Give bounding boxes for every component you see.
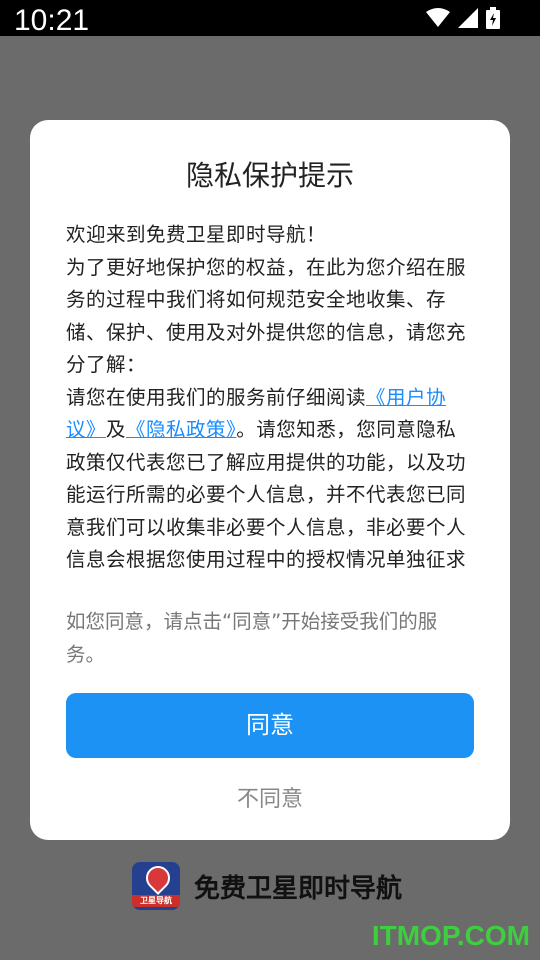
read-prefix: 请您在使用我们的服务前仔细阅读: [66, 385, 367, 409]
privacy-dialog: 隐私保护提示 欢迎来到免费卫星即时导航！ 为了更好地保护您的权益，在此为您介绍在…: [30, 120, 510, 840]
dialog-content[interactable]: 欢迎来到免费卫星即时导航！ 为了更好地保护您的权益，在此为您介绍在服务的过程中我…: [66, 219, 474, 579]
app-name: 免费卫星即时导航: [194, 873, 403, 904]
intro-text: 为了更好地保护您的权益，在此为您介绍在服务的过程中我们将如何规范安全地收集、存储…: [66, 255, 467, 377]
agree-note: 如您同意，请点击“同意”开始接受我们的服务。: [66, 610, 438, 666]
watermark: ITMOP.COM: [371, 920, 530, 951]
status-time: 10:21: [14, 4, 90, 37]
cell-signal-icon: [458, 8, 478, 28]
welcome-text: 欢迎来到免费卫星即时导航！: [66, 223, 327, 246]
map-pin-icon: [141, 862, 175, 895]
disagree-button[interactable]: 不同意: [30, 780, 510, 820]
privacy-policy-link[interactable]: 《隐私政策》: [126, 418, 236, 441]
app-logo-text: 卫星导航: [132, 895, 180, 907]
app-brand: 卫星导航 免费卫星即时导航: [132, 862, 402, 910]
status-bar: 10:21: [0, 0, 540, 37]
battery-charging-icon: [486, 7, 500, 29]
app-logo-icon: 卫星导航: [132, 862, 180, 910]
read-paragraph: 请您在使用我们的服务前仔细阅读《用户协议》及《隐私政策》。请您知悉，您同意隐私政…: [66, 382, 474, 577]
dialog-title: 隐私保护提示: [185, 159, 354, 192]
wifi-icon: [426, 8, 450, 27]
status-icons: [426, 7, 500, 29]
agree-button[interactable]: 同意: [66, 693, 474, 758]
and-text: 及: [106, 418, 127, 441]
